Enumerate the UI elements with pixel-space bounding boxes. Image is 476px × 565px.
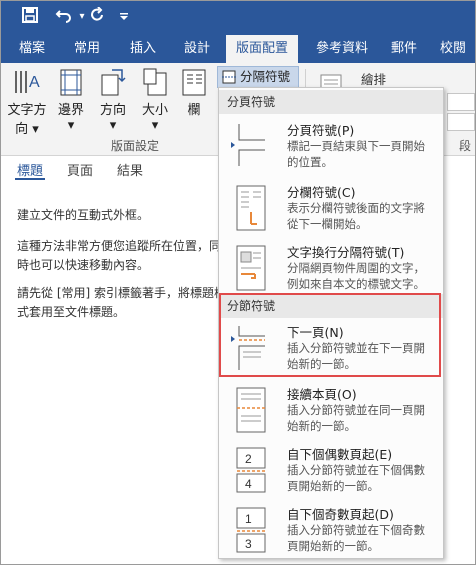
tab-mailings[interactable]: 郵件 <box>383 35 425 63</box>
menu-item-title: 分欄符號(C) <box>287 185 356 200</box>
menu-item-description: 插入分節符號並在同一頁開 始新的一節。 <box>287 403 425 433</box>
breaks-button[interactable]: 分隔符號 ▾ <box>217 66 299 104</box>
nav-tab-pages[interactable]: 頁面 <box>67 160 93 179</box>
spacing-field-2[interactable] <box>447 113 475 131</box>
orientation-icon <box>98 67 128 97</box>
text-direction-button[interactable]: A 文字方 向 ▾ <box>5 67 49 137</box>
menu-item-even-page[interactable]: 2 4 自下個偶數頁起(E) 插入分節符號並在下個偶數 頁開始新的一節。 <box>219 440 443 506</box>
orientation-label: 方向 <box>99 103 126 118</box>
even-page-number-bottom: 4 <box>245 477 252 491</box>
page-setup-group-label: 版面設定 <box>111 139 160 153</box>
menu-item-column-break[interactable]: 分欄符號(C) 表示分欄符號後面的文字將 從下一欄開始。 <box>219 178 443 244</box>
menu-item-title: 接續本頁(O) <box>287 387 357 402</box>
odd-page-number-top: 1 <box>245 512 252 526</box>
size-label: 大小 <box>141 103 168 118</box>
menu-item-page-break[interactable]: 分頁符號(P) 標記一頁結束與下一頁開始 的位置。 <box>219 116 443 182</box>
even-page-number-top: 2 <box>245 452 252 466</box>
menu-item-title: 自下個奇數頁起(D) <box>287 507 394 522</box>
text-direction-label-1: 文字方 <box>7 103 47 118</box>
nav-text-line: 建立文件的互動式外框。 <box>17 208 150 222</box>
size-button[interactable]: 大小 ▾ <box>137 67 173 135</box>
menu-item-description: 插入分節符號並在下個奇數 頁開始新的一節。 <box>287 523 425 553</box>
size-caret: ▾ <box>151 118 159 133</box>
page-break-icon <box>231 122 269 170</box>
text-direction-label-2: 向 ▾ <box>15 122 39 137</box>
orientation-caret: ▾ <box>109 118 117 133</box>
tab-review[interactable]: 校閱 <box>431 35 475 63</box>
text-direction-icon: A <box>12 67 42 97</box>
nav-tab-headings[interactable]: 標題 <box>17 160 43 179</box>
nav-text-line: 時也可以快速移動內容。 <box>17 258 150 272</box>
word-window: ▾ 檔案 常用 插入 設計 版面配置 參考資料 郵件 校閱 A 文字方 向 ▾ <box>0 0 476 565</box>
even-page-icon: 2 4 <box>231 446 269 494</box>
margins-caret: ▾ <box>67 118 75 133</box>
page-breaks-header: 分頁符號 <box>219 90 443 114</box>
menu-item-odd-page[interactable]: 1 3 自下個奇數頁起(D) 插入分節符號並在下個奇數 頁開始新的一節。 <box>219 500 443 564</box>
nav-tab-underline <box>15 178 45 180</box>
title-bar: ▾ <box>1 1 475 35</box>
tab-home[interactable]: 常用 <box>63 35 111 63</box>
odd-page-number-bottom: 3 <box>245 537 252 551</box>
continuous-break-icon <box>231 386 269 434</box>
tab-insert[interactable]: 插入 <box>119 35 167 63</box>
nav-text-line: 請先從 [常用] 索引標籤著手，將標題樣 <box>17 286 226 300</box>
nav-text-line: 這種方法非常方便您追蹤所在位置，同 <box>17 239 222 253</box>
size-icon <box>140 67 170 97</box>
columns-label: 欄 <box>187 103 201 118</box>
spacing-field-1[interactable] <box>447 93 475 111</box>
wrap-label: 繪排 <box>361 72 387 87</box>
tab-file[interactable]: 檔案 <box>7 35 57 63</box>
redo-icon[interactable] <box>87 6 109 28</box>
svg-text:A: A <box>29 74 40 91</box>
menu-item-title: 分頁符號(P) <box>287 123 355 138</box>
menu-item-continuous[interactable]: 接續本頁(O) 插入分節符號並在同一頁開 始新的一節。 <box>219 380 443 446</box>
menu-item-title: 自下個偶數頁起(E) <box>287 447 393 462</box>
column-break-icon <box>231 184 269 232</box>
tab-layout[interactable]: 版面配置 <box>226 35 298 63</box>
tab-references[interactable]: 參考資料 <box>306 35 378 63</box>
nav-text-line: 式套用至文件標題。 <box>17 305 126 319</box>
margins-icon <box>56 67 86 97</box>
menu-item-description: 插入分節符號並在下個偶數 頁開始新的一節。 <box>287 463 425 493</box>
text-wrapping-break-icon <box>231 244 269 292</box>
menu-item-description: 表示分欄符號後面的文字將 從下一欄開始。 <box>287 201 425 231</box>
nav-tab-results[interactable]: 結果 <box>117 160 143 179</box>
orientation-button[interactable]: 方向 ▾ <box>95 67 131 135</box>
menu-item-title: 文字換行分隔符號(T) <box>287 245 405 260</box>
menu-item-description: 分隔網頁物件周圍的文字， 例如來自本文的標號文字。 <box>287 261 425 291</box>
odd-page-icon: 1 3 <box>231 506 269 554</box>
highlight-annotation <box>219 293 441 377</box>
save-icon[interactable] <box>19 7 41 28</box>
margins-label: 邊界 <box>57 103 84 118</box>
margins-button[interactable]: 邊界 ▾ <box>53 67 89 135</box>
customize-qat-icon[interactable] <box>113 7 135 27</box>
ribbon-tabs: 檔案 常用 插入 設計 版面配置 參考資料 郵件 校閱 <box>1 35 475 63</box>
menu-item-description: 標記一頁結束與下一頁開始 的位置。 <box>287 139 425 169</box>
tab-design[interactable]: 設計 <box>173 35 221 63</box>
columns-button[interactable]: 欄 <box>179 67 209 135</box>
columns-icon <box>179 67 209 97</box>
paragraph-group-label: 段 <box>459 139 472 153</box>
